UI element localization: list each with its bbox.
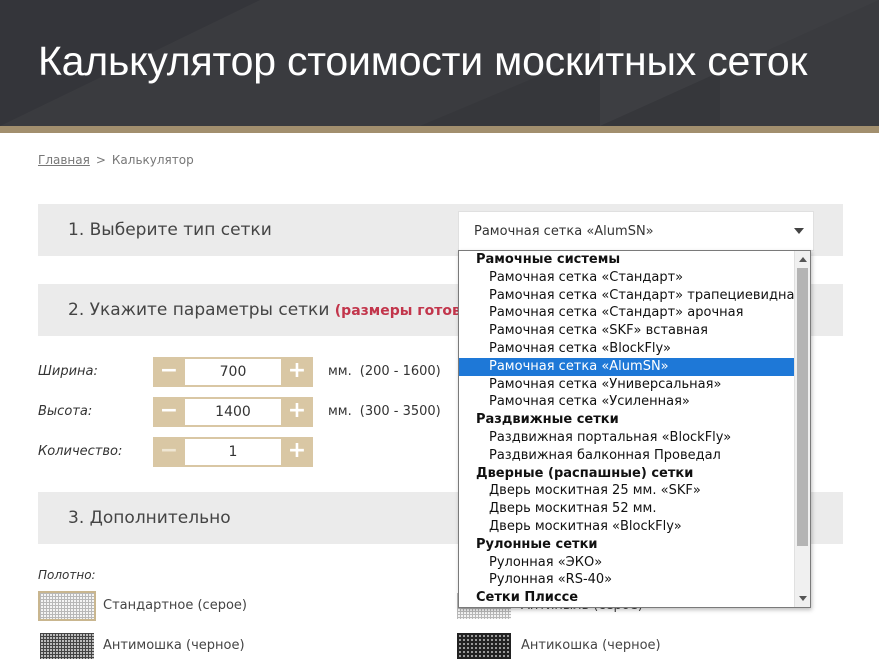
optgroup-label: Рамочные системы [476, 252, 621, 267]
width-range: (200 - 1600) [359, 364, 441, 379]
plus-icon[interactable]: + [281, 397, 313, 427]
optgroup-label: Дверные (распашные) сетки [476, 465, 694, 481]
mesh-type-select-value: Рамочная сетка «AlumSN» [474, 224, 654, 239]
dropdown-option[interactable]: Рамочная сетка «Усиленная» [459, 393, 795, 411]
optgroup-label: Рулонные сетки [476, 536, 598, 552]
quantity-stepper: − 1 + [153, 437, 313, 467]
optgroup-label: Раздвижные сетки [476, 412, 619, 428]
minus-icon[interactable]: − [153, 357, 185, 387]
height-unit: мм. (300 - 3500) [328, 404, 441, 419]
dropdown-option[interactable]: Дверь москитная 25 мм. «SKF» [459, 482, 795, 500]
fabric-antimoshka-swatch[interactable] [38, 631, 96, 661]
minus-icon[interactable]: − [153, 437, 185, 467]
breadcrumb-home-link[interactable]: Главная [38, 153, 90, 167]
dropdown-scrollbar[interactable] [794, 251, 810, 607]
scroll-up-icon[interactable] [799, 257, 807, 262]
optgroup-label: Сетки Плиссе [476, 590, 579, 606]
breadcrumb-current: Калькулятор [111, 153, 194, 167]
height-input[interactable]: 1400 [185, 399, 281, 425]
plus-icon[interactable]: + [281, 357, 313, 387]
fabric-antikoshka-label[interactable]: Антикошка (черное) [521, 638, 661, 653]
dropdown-option[interactable]: Раздвижная балконная Проведал [459, 447, 795, 465]
section-title: 1. Выберите тип сетки [68, 220, 272, 240]
dropdown-list: Рамочные системы Рамочная сетка «Стандар… [459, 251, 802, 607]
height-range: (300 - 3500) [359, 404, 441, 419]
minus-icon[interactable]: − [153, 397, 185, 427]
chevron-down-icon [794, 228, 804, 234]
dropdown-option[interactable]: Рамочная сетка «BlockFly» [459, 340, 795, 358]
dropdown-option-highlighted[interactable]: Рамочная сетка «AlumSN» [459, 357, 795, 376]
quantity-label: Количество: [38, 444, 123, 459]
fabric-antimoshka-label[interactable]: Антимошка (черное) [103, 638, 245, 653]
height-stepper: − 1400 + [153, 397, 313, 427]
scroll-down-icon[interactable] [799, 596, 807, 601]
fabric-antikoshka-swatch[interactable] [455, 631, 513, 661]
unit-label: мм. [328, 364, 352, 379]
section-title-text: 2. Укажите параметры сетки [68, 300, 330, 320]
breadcrumb: Главная > Калькулятор [38, 153, 194, 167]
unit-label: мм. [328, 404, 352, 419]
width-input[interactable]: 700 [185, 359, 281, 385]
breadcrumb-separator: > [95, 153, 106, 167]
mesh-type-select[interactable]: Рамочная сетка «AlumSN» [458, 211, 814, 251]
width-label: Ширина: [38, 364, 98, 379]
width-unit: мм. (200 - 1600) [328, 364, 441, 379]
plus-icon[interactable]: + [281, 437, 313, 467]
dropdown-option[interactable]: Рамочная сетка «Универсальная» [459, 376, 795, 394]
dropdown-option[interactable]: Дверь москитная 52 мм. [459, 500, 795, 518]
page-header: Калькулятор стоимости москитных сеток [0, 0, 879, 126]
dropdown-option[interactable]: Рулонная «RS-40» [459, 571, 795, 589]
dropdown-option[interactable]: Рамочная сетка «Стандарт» трапециевидная [459, 287, 802, 305]
fabric-standard-swatch[interactable] [38, 591, 96, 621]
mesh-type-dropdown[interactable]: Рамочные системы Рамочная сетка «Стандар… [458, 250, 811, 608]
page-title: Калькулятор стоимости москитных сеток [38, 38, 808, 84]
dropdown-option[interactable]: Рамочная сетка «Стандарт» [459, 269, 795, 287]
quantity-input[interactable]: 1 [185, 439, 281, 465]
width-stepper: − 700 + [153, 357, 313, 387]
section-title: 3. Дополнительно [68, 508, 231, 528]
fabric-standard-label[interactable]: Стандартное (серое) [103, 598, 247, 613]
dropdown-option[interactable]: Рамочная сетка «SKF» вставная [459, 322, 795, 340]
mesh-fabric-label: Полотно: [38, 568, 96, 582]
scrollbar-thumb[interactable] [797, 268, 808, 546]
dropdown-option[interactable]: Дверь москитная «BlockFly» [459, 518, 795, 536]
dropdown-option[interactable]: Рамочная сетка «Стандарт» арочная [459, 304, 795, 322]
dropdown-option[interactable]: Раздвижная портальная «BlockFly» [459, 429, 795, 447]
header-accent-bar [0, 126, 879, 133]
dropdown-option[interactable]: Рулонная «ЭКО» [459, 554, 795, 572]
section-title: 2. Укажите параметры сетки (размеры гото… [68, 300, 495, 320]
height-label: Высота: [38, 404, 93, 419]
